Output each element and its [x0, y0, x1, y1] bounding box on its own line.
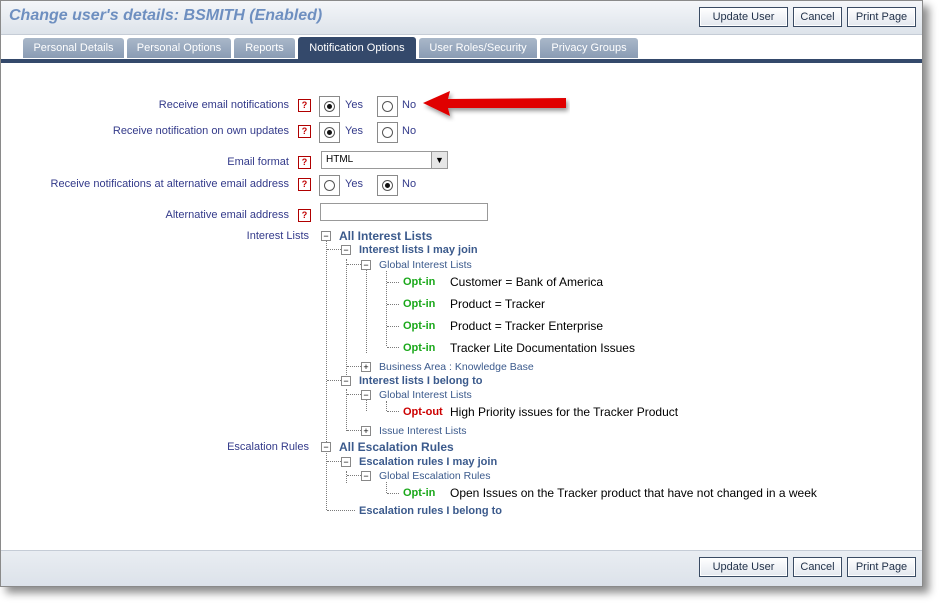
- tab-privacy-groups[interactable]: Privacy Groups: [540, 38, 638, 58]
- expand-icon[interactable]: +: [361, 362, 371, 372]
- escalation-rules-label: Escalation Rules: [227, 441, 309, 453]
- opt-in-link[interactable]: Opt-in: [403, 320, 435, 332]
- radio-unselected-icon: [382, 101, 393, 112]
- interest-lists-label: Interest Lists: [246, 230, 309, 242]
- radio-unselected-icon: [324, 180, 335, 191]
- collapse-icon[interactable]: −: [341, 376, 351, 386]
- opt-out-link[interactable]: Opt-out: [403, 406, 443, 418]
- page-title: Change user's details: BSMITH (Enabled): [9, 7, 323, 24]
- radio-selected-icon: [382, 180, 393, 191]
- tab-notification-options[interactable]: Notification Options: [298, 37, 416, 59]
- help-icon[interactable]: ?: [298, 209, 311, 222]
- opt-in-link[interactable]: Opt-in: [403, 276, 435, 288]
- global-interest-lists-node-2[interactable]: Global Interest Lists: [379, 389, 472, 401]
- cancel-button-top[interactable]: Cancel: [793, 7, 842, 27]
- help-icon[interactable]: ?: [298, 125, 311, 138]
- print-page-button-top[interactable]: Print Page: [847, 7, 916, 27]
- alt-email-input[interactable]: [320, 203, 488, 221]
- collapse-icon[interactable]: −: [321, 231, 331, 241]
- collapse-icon[interactable]: −: [361, 471, 371, 481]
- help-icon[interactable]: ?: [298, 156, 311, 169]
- interest-list-item: Product = Tracker: [450, 297, 546, 311]
- email-notifications-yes-label: Yes: [345, 99, 363, 111]
- tab-personal-details[interactable]: Personal Details: [23, 38, 124, 58]
- opt-in-link[interactable]: Opt-in: [403, 487, 435, 499]
- own-updates-no-radio[interactable]: [377, 122, 398, 143]
- email-format-value: HTML: [326, 154, 354, 165]
- collapse-icon[interactable]: −: [321, 442, 331, 452]
- own-updates-yes-radio[interactable]: [319, 122, 340, 143]
- email-notifications-no-label: No: [402, 99, 417, 111]
- header-bar: Change user's details: BSMITH (Enabled) …: [1, 1, 922, 35]
- email-format-select[interactable]: HTML ▼: [321, 151, 448, 169]
- alt-email-yes-radio[interactable]: [319, 175, 340, 196]
- email-notifications-yes-radio[interactable]: [319, 96, 340, 117]
- tab-reports[interactable]: Reports: [234, 38, 295, 58]
- alt-email-no-label: No: [402, 178, 417, 190]
- update-user-button-top[interactable]: Update User: [699, 7, 788, 27]
- radio-selected-icon: [324, 101, 335, 112]
- alt-email-yes-label: Yes: [345, 178, 363, 190]
- all-interest-lists-node[interactable]: All Interest Lists: [339, 229, 432, 243]
- global-escalation-rules-node[interactable]: Global Escalation Rules: [379, 470, 490, 482]
- update-user-button-bottom[interactable]: Update User: [699, 557, 788, 577]
- escalation-rules-may-join-node[interactable]: Escalation rules I may join: [359, 456, 497, 468]
- red-arrow-annotation: [423, 91, 566, 116]
- collapse-icon[interactable]: −: [361, 260, 371, 270]
- own-updates-no-label: No: [402, 125, 417, 137]
- radio-unselected-icon: [382, 127, 393, 138]
- radio-selected-icon: [324, 127, 335, 138]
- print-page-button-bottom[interactable]: Print Page: [847, 557, 916, 577]
- alt-email-no-radio[interactable]: [377, 175, 398, 196]
- email-format-label: Email format: [227, 156, 289, 168]
- footer-bar: Update User Cancel Print Page: [1, 550, 922, 586]
- all-escalation-rules-node[interactable]: All Escalation Rules: [339, 440, 454, 454]
- expand-icon[interactable]: +: [361, 426, 371, 436]
- opt-in-link[interactable]: Opt-in: [403, 342, 435, 354]
- escalation-rule-item: Open Issues on the Tracker product that …: [450, 486, 817, 500]
- interest-list-item: High Priority issues for the Tracker Pro…: [450, 405, 679, 419]
- own-updates-yes-label: Yes: [345, 125, 363, 137]
- email-notifications-label: Receive email notifications: [158, 99, 289, 111]
- interest-list-item: Customer = Bank of America: [450, 275, 604, 289]
- arrow-icon: [423, 91, 566, 116]
- global-interest-lists-node[interactable]: Global Interest Lists: [379, 259, 472, 271]
- email-notifications-no-radio[interactable]: [377, 96, 398, 117]
- alt-email-address-label: Alternative email address: [165, 209, 289, 221]
- tab-user-roles-security[interactable]: User Roles/Security: [419, 38, 537, 58]
- interest-lists-may-join-node[interactable]: Interest lists I may join: [359, 244, 478, 256]
- business-area-node[interactable]: Business Area : Knowledge Base: [379, 361, 534, 373]
- alt-email-notifications-label: Receive notifications at alternative ema…: [50, 178, 289, 190]
- tab-strip: Personal Details Personal Options Report…: [1, 35, 922, 63]
- interest-list-item: Tracker Lite Documentation Issues: [450, 341, 635, 355]
- cancel-button-bottom[interactable]: Cancel: [793, 557, 842, 577]
- escalation-rules-belong-to-node[interactable]: Escalation rules I belong to: [359, 505, 502, 517]
- collapse-icon[interactable]: −: [341, 457, 351, 467]
- opt-in-link[interactable]: Opt-in: [403, 298, 435, 310]
- chevron-down-icon[interactable]: ▼: [431, 152, 447, 168]
- collapse-icon[interactable]: −: [361, 390, 371, 400]
- help-icon[interactable]: ?: [298, 99, 311, 112]
- collapse-icon[interactable]: −: [341, 245, 351, 255]
- interest-list-item: Product = Tracker Enterprise: [450, 319, 604, 333]
- own-updates-label: Receive notification on own updates: [112, 125, 289, 137]
- issue-interest-lists-node[interactable]: Issue Interest Lists: [379, 425, 467, 437]
- interest-lists-belong-to-node[interactable]: Interest lists I belong to: [359, 375, 482, 387]
- help-icon[interactable]: ?: [298, 178, 311, 191]
- tab-personal-options[interactable]: Personal Options: [127, 38, 231, 58]
